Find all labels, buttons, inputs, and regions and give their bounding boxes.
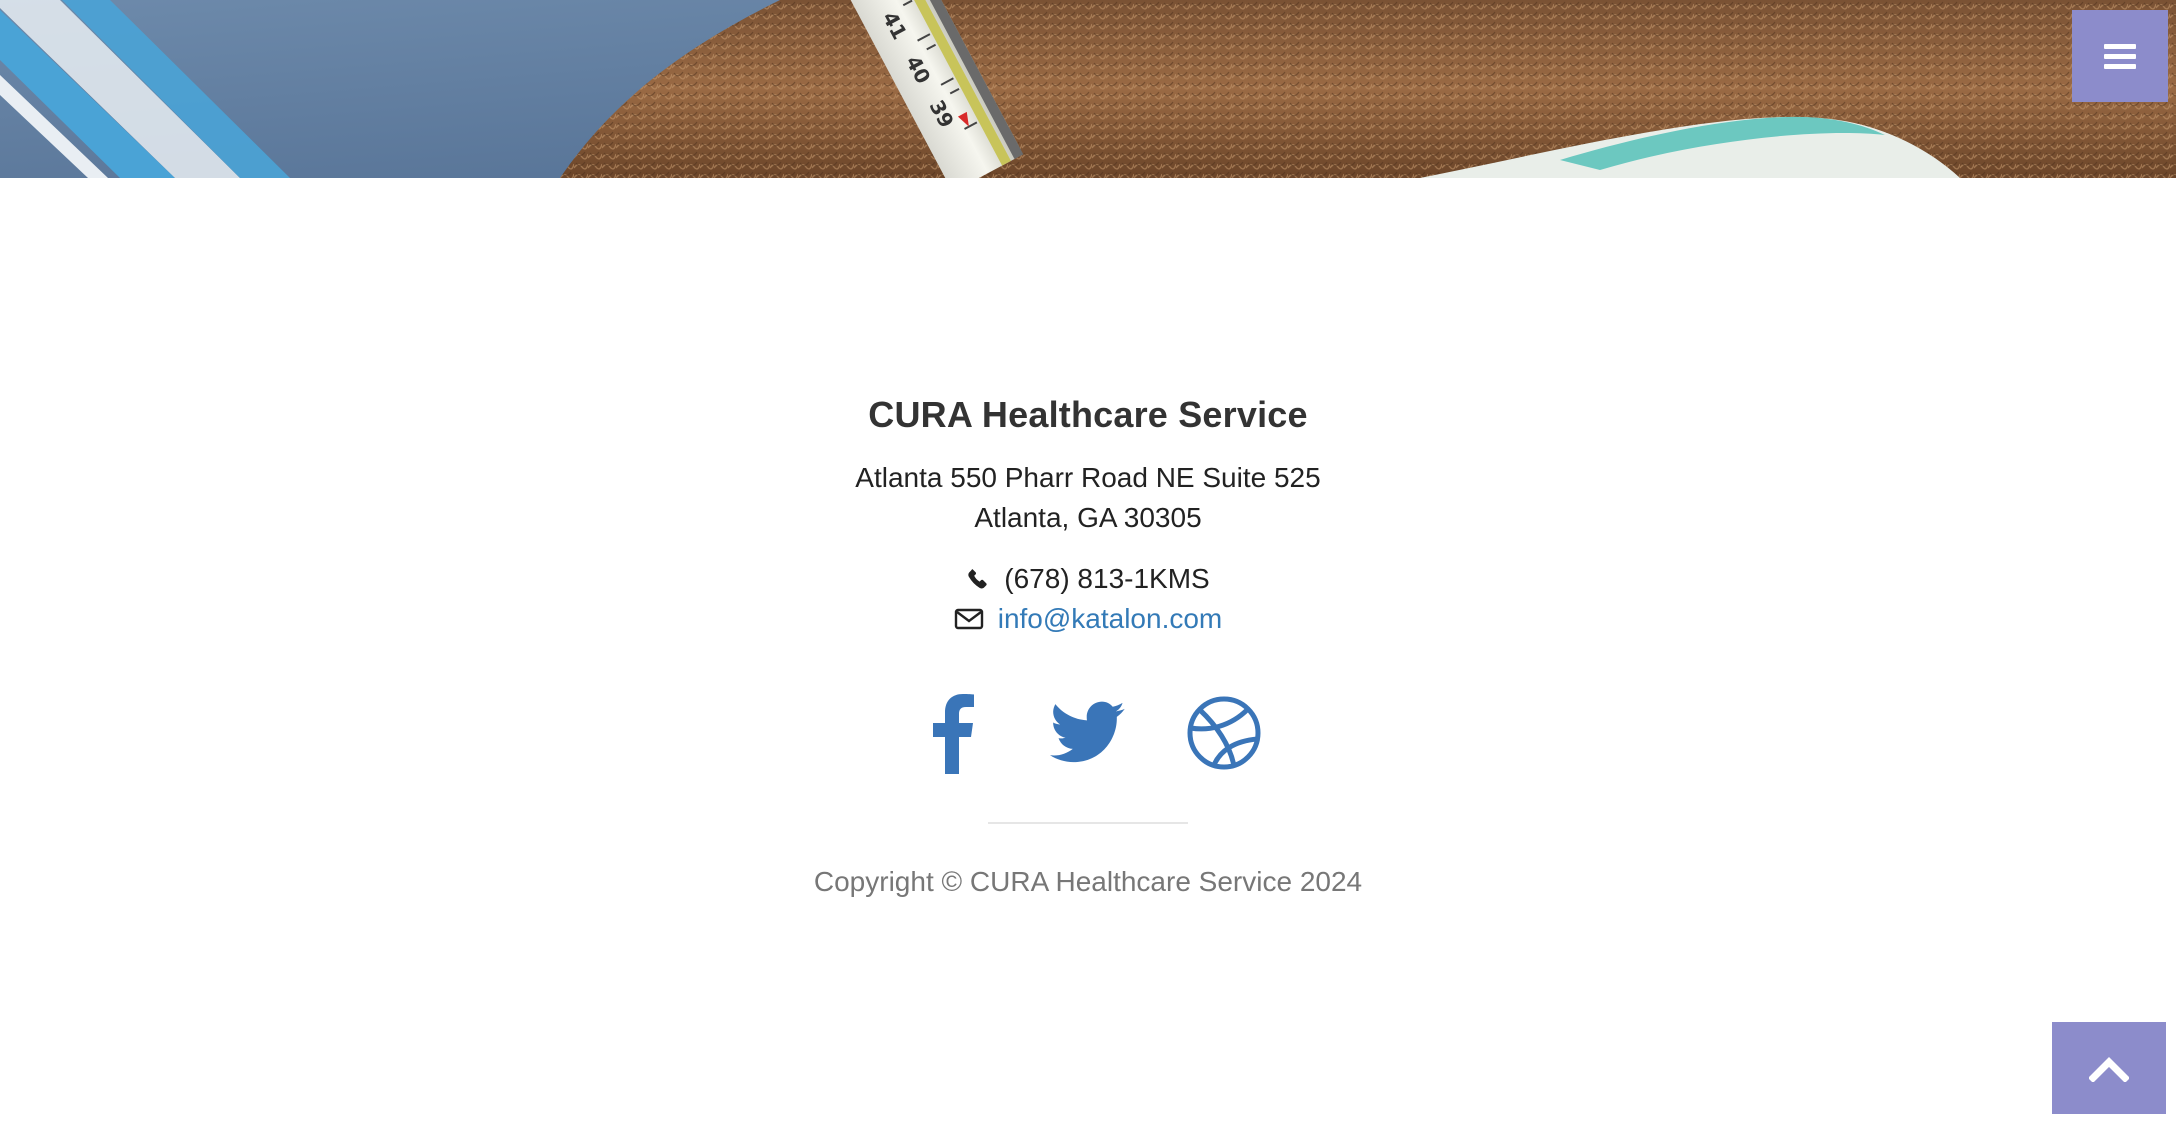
footer-title: CURA Healthcare Service — [868, 394, 1308, 435]
phone-number: (678) 813-1KMS — [1004, 563, 1210, 594]
chevron-up-icon — [2089, 1057, 2129, 1082]
page: 41 40 39 CURA Healthcare Service Atlanta… — [0, 0, 2176, 1124]
dribbble-link[interactable] — [1182, 690, 1266, 776]
email-line: info@katalon.com — [0, 599, 2176, 639]
facebook-icon — [933, 694, 974, 774]
email-link[interactable]: info@katalon.com — [998, 599, 1223, 639]
phone-icon — [966, 567, 990, 591]
dribbble-icon — [1187, 696, 1261, 770]
envelope-icon — [954, 607, 984, 631]
address-line-2: Atlanta, GA 30305 — [974, 502, 1202, 533]
address: Atlanta 550 Pharr Road NE Suite 525 Atla… — [0, 458, 2176, 538]
footer-divider — [988, 822, 1188, 824]
social-links — [0, 690, 2176, 776]
twitter-link[interactable] — [1046, 690, 1130, 776]
bars-icon — [2104, 39, 2136, 74]
facebook-link[interactable] — [910, 690, 994, 776]
twitter-icon — [1050, 701, 1125, 763]
hero-image: 41 40 39 — [0, 0, 2176, 178]
menu-toggle-button[interactable] — [2072, 10, 2168, 102]
back-to-top-button[interactable] — [2052, 1022, 2166, 1114]
address-line-1: Atlanta 550 Pharr Road NE Suite 525 — [855, 462, 1321, 493]
copyright-text: Copyright © CURA Healthcare Service 2024 — [813, 866, 1363, 897]
contact-list: (678) 813-1KMS info@katalon.com — [0, 559, 2176, 639]
phone-line: (678) 813-1KMS — [0, 559, 2176, 599]
